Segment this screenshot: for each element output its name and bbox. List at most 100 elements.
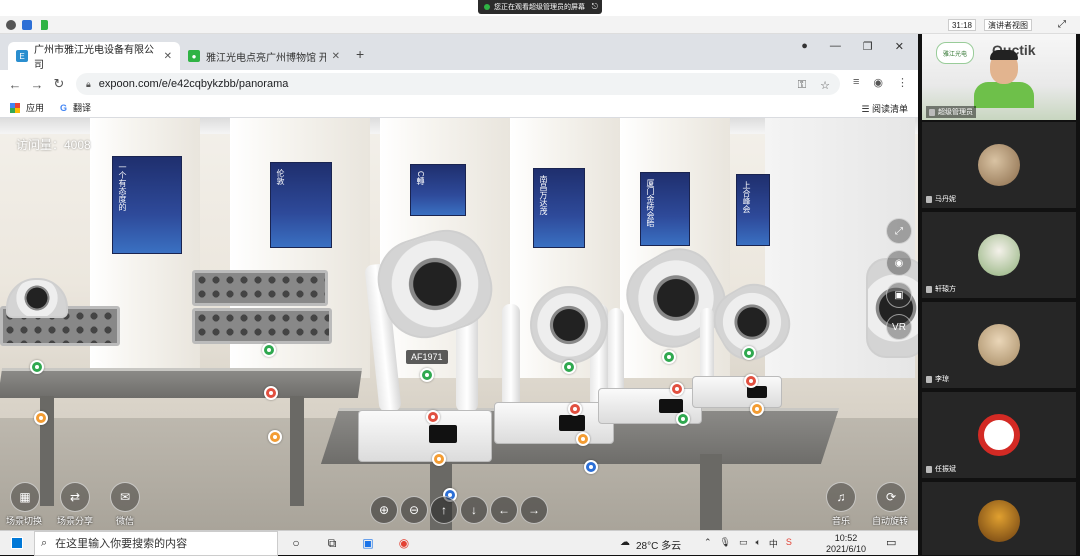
- panorama-viewer[interactable]: 一个有态度的 伦敦 C轉 南昌万达茂 厦门金砖会晤 上合峰会 AF1971 访问…: [0, 118, 918, 530]
- wall-poster[interactable]: 南昌万达茂: [533, 168, 585, 248]
- url-field[interactable]: 🔒︎ expoon.com/e/e42cqbykzbb/panorama ⚿ ☆: [76, 73, 840, 95]
- notification-icon[interactable]: ▭: [886, 536, 896, 549]
- hotspot-product[interactable]: [30, 360, 44, 374]
- bookmark-star-icon[interactable]: ☆: [820, 79, 830, 92]
- exit-share-icon[interactable]: ⎋: [592, 2, 598, 12]
- spot-fixture[interactable]: [6, 278, 68, 318]
- wechat-icon[interactable]: ✉: [110, 482, 140, 512]
- hotspot-video[interactable]: [750, 402, 764, 416]
- signal-icon[interactable]: [38, 20, 48, 30]
- cortana-icon[interactable]: ○: [278, 531, 314, 556]
- arrow-left-icon[interactable]: ←: [490, 496, 518, 524]
- wall-poster[interactable]: 伦敦: [270, 162, 332, 248]
- hotspot-info[interactable]: [744, 374, 758, 388]
- avatar: [978, 414, 1020, 456]
- hotspot-product[interactable]: [562, 360, 576, 374]
- share-icon[interactable]: ⇄: [60, 482, 90, 512]
- poster-text: C轉: [416, 171, 425, 185]
- hotspot-info[interactable]: [670, 382, 684, 396]
- back-icon[interactable]: ←: [4, 77, 26, 92]
- weather-widget[interactable]: ☁ 28°C 多云: [620, 537, 681, 552]
- close-tab-icon[interactable]: ✕: [332, 51, 340, 62]
- grid-icon[interactable]: ▦: [10, 482, 40, 512]
- taskbar-clock[interactable]: 10:52 2021/6/10: [826, 533, 866, 555]
- media-queue-icon[interactable]: ≡: [853, 76, 859, 89]
- fullscreen-icon[interactable]: ⤢: [886, 218, 912, 244]
- network-icon[interactable]: ▭: [739, 537, 748, 550]
- hotspot-product[interactable]: [742, 346, 756, 360]
- tab-museum[interactable]: ● 雅江光电点亮广州博物馆 开启时... ✕: [180, 42, 348, 70]
- apps-grid-icon[interactable]: [10, 102, 20, 113]
- wall-poster[interactable]: C轉: [410, 164, 466, 216]
- participant-tile[interactable]: 李琼: [922, 302, 1076, 388]
- hotspot-product[interactable]: [420, 368, 434, 382]
- lock-icon[interactable]: 🔒︎: [86, 79, 91, 90]
- view-mode-button[interactable]: 演讲者视图: [984, 19, 1032, 31]
- task-view-icon[interactable]: ⧉: [314, 531, 350, 556]
- bookmark-translate[interactable]: 翻译: [73, 101, 91, 114]
- participant-tile[interactable]: 轩辕方: [922, 212, 1076, 298]
- reload-icon[interactable]: ↻: [48, 76, 70, 92]
- hotspot-video[interactable]: [268, 430, 282, 444]
- moving-head-wash[interactable]: [530, 286, 608, 364]
- volume-icon[interactable]: 🔈︎: [756, 537, 761, 550]
- more-menu-icon[interactable]: ⋮: [897, 76, 908, 89]
- reading-list-button[interactable]: ☰ 阅读清单: [861, 102, 908, 115]
- tray-chevron-icon[interactable]: ⌃: [704, 537, 712, 550]
- led-wall-washer[interactable]: [192, 270, 328, 306]
- tab-company[interactable]: E 广州市雅江光电设备有限公司 ✕: [8, 42, 180, 71]
- bookmark-apps[interactable]: 应用: [26, 101, 44, 114]
- profile-menu-icon[interactable]: ●: [801, 40, 808, 53]
- participant-tile-host[interactable]: 雅江光电 Ouctik 超级管理员: [922, 34, 1076, 120]
- hotspot-info[interactable]: [568, 402, 582, 416]
- minimize-icon[interactable]: —: [830, 40, 841, 53]
- product-label[interactable]: AF1971: [406, 350, 448, 364]
- fullscreen-icon[interactable]: ⤢: [1058, 19, 1066, 30]
- arrow-down-icon[interactable]: ↓: [460, 496, 488, 524]
- contact-icon[interactable]: ▣: [886, 282, 912, 308]
- rotate-icon[interactable]: ⟳: [876, 482, 906, 512]
- meeting-app-icon[interactable]: ▣: [350, 531, 386, 556]
- sogou-icon[interactable]: S: [786, 537, 792, 550]
- hotspot-product[interactable]: [662, 350, 676, 364]
- zoom-in-icon[interactable]: ⊕: [370, 496, 398, 524]
- taskbar-search[interactable]: ⌕ 在这里输入你要搜索的内容: [34, 530, 278, 556]
- participant-tile[interactable]: [922, 482, 1076, 555]
- hotspot-video[interactable]: [34, 411, 48, 425]
- cloud-icon: ☁: [620, 537, 630, 548]
- account-icon[interactable]: ◉: [873, 76, 883, 89]
- close-window-icon[interactable]: ✕: [895, 40, 904, 53]
- restore-icon[interactable]: ❐: [863, 40, 873, 53]
- hotspot-product[interactable]: [676, 412, 690, 426]
- zoom-out-icon[interactable]: ⊖: [400, 496, 428, 524]
- key-icon[interactable]: ⚿: [798, 79, 806, 92]
- close-tab-icon[interactable]: ✕: [164, 51, 172, 62]
- hotspot-video[interactable]: [432, 452, 446, 466]
- forward-icon[interactable]: →: [26, 77, 48, 92]
- translate-icon[interactable]: G: [60, 103, 67, 113]
- arrow-up-icon[interactable]: ↑: [430, 496, 458, 524]
- chrome-icon[interactable]: ◉: [386, 531, 422, 556]
- music-icon[interactable]: ♫: [826, 482, 856, 512]
- hotspot-navigate[interactable]: [584, 460, 598, 474]
- led-wall-washer[interactable]: [192, 308, 332, 344]
- url-text[interactable]: expoon.com/e/e42cqbykzbb/panorama: [99, 78, 289, 90]
- arrow-right-icon[interactable]: →: [520, 496, 548, 524]
- ime-indicator[interactable]: 中: [769, 537, 778, 550]
- vr-button[interactable]: VR: [886, 314, 912, 340]
- info-icon[interactable]: [6, 20, 16, 30]
- start-button[interactable]: [0, 531, 34, 556]
- wall-poster[interactable]: 厦门金砖会晤: [640, 172, 690, 246]
- hotspot-info[interactable]: [264, 386, 278, 400]
- participant-tile[interactable]: 马丹妮: [922, 122, 1076, 208]
- hotspot-product[interactable]: [262, 343, 276, 357]
- eye-icon[interactable]: ◉: [886, 250, 912, 276]
- wall-poster[interactable]: 上合峰会: [736, 174, 770, 246]
- new-tab-icon[interactable]: +: [356, 46, 364, 62]
- shield-icon[interactable]: [22, 20, 32, 30]
- wall-poster[interactable]: 一个有态度的: [112, 156, 182, 254]
- hotspot-info[interactable]: [426, 410, 440, 424]
- participant-tile[interactable]: 任振斌: [922, 392, 1076, 478]
- mic-icon[interactable]: 🎙︎: [720, 537, 731, 550]
- hotspot-video[interactable]: [576, 432, 590, 446]
